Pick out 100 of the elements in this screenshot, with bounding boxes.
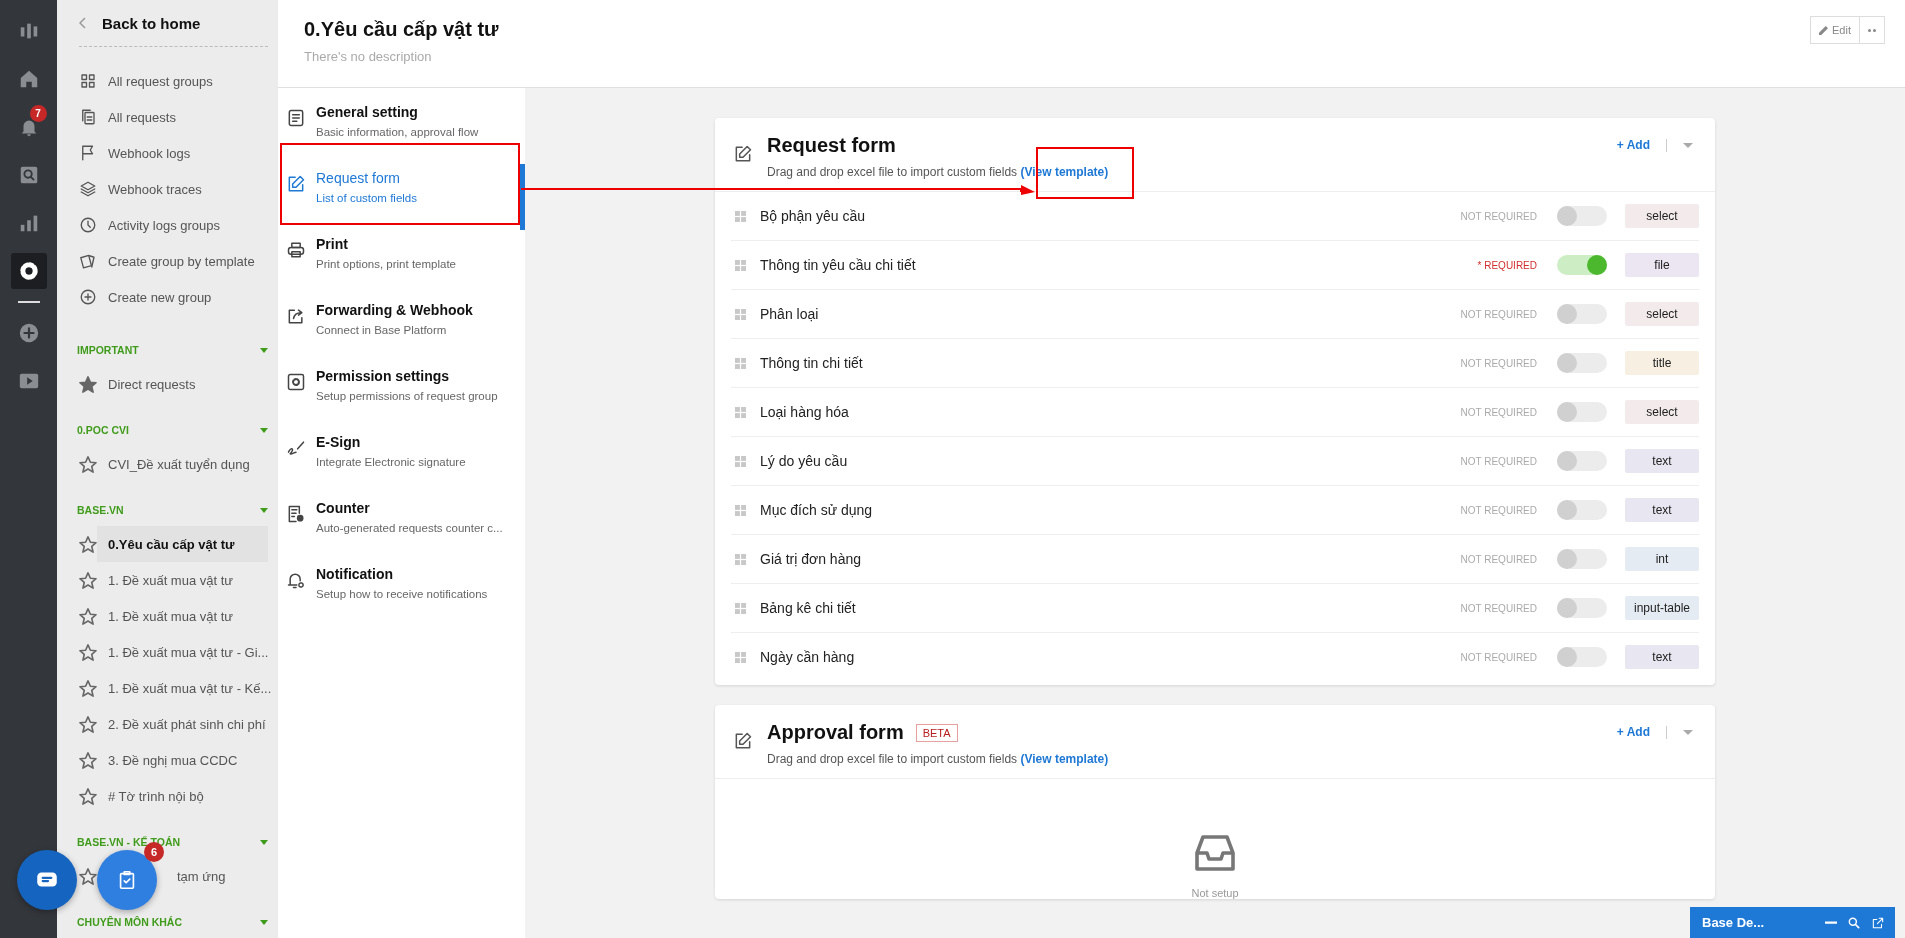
external-link-icon xyxy=(1871,915,1885,930)
sidebar-link[interactable]: Create group by template xyxy=(71,243,268,279)
group-item[interactable]: 1. Đề xuất mua vật tư xyxy=(97,562,268,598)
group-item[interactable]: # Tờ trình nội bộ xyxy=(97,778,268,814)
drag-handle-icon xyxy=(735,210,746,222)
field-type-tag: select xyxy=(1625,204,1699,228)
notification-badge: 7 xyxy=(29,105,47,122)
drag-handle-icon xyxy=(735,406,746,418)
caret-icon[interactable] xyxy=(260,427,268,433)
chevron-left-icon xyxy=(79,17,86,29)
cards-icon xyxy=(79,252,97,270)
drag-handle-icon xyxy=(735,357,746,369)
settings-tab[interactable]: Notification Setup how to receive notifications xyxy=(278,560,525,626)
bell-icon xyxy=(286,570,306,590)
field-type-tag: select xyxy=(1625,302,1699,326)
field-type-tag: text xyxy=(1625,449,1699,473)
settings-tab[interactable]: Forwarding & Webhook Connect in Base Platform xyxy=(278,296,525,362)
share-icon xyxy=(286,306,306,326)
group-item[interactable]: 3. Đề nghị mua CCDC xyxy=(97,742,268,778)
field-name: Phân loại xyxy=(760,306,820,322)
drag-handle-icon xyxy=(735,504,746,516)
group-item[interactable]: Direct requests xyxy=(97,366,268,402)
document-icon xyxy=(286,108,306,128)
field-name: Lý do yêu cầu xyxy=(760,453,849,469)
caret-icon[interactable] xyxy=(260,839,268,845)
printer-icon xyxy=(286,240,306,260)
settings-tab[interactable]: Counter Auto-generated requests counter c... xyxy=(278,494,525,560)
requirement-label: NOT REQUIRED xyxy=(1459,210,1537,222)
required-toggle[interactable] xyxy=(1557,353,1607,373)
inbox-icon xyxy=(1195,835,1235,871)
field-type-tag: int xyxy=(1625,547,1699,571)
caret-icon[interactable] xyxy=(260,919,268,925)
sidebar-link[interactable]: Webhook traces xyxy=(71,171,268,207)
pencil-icon xyxy=(1819,25,1829,35)
requirement-label: NOT REQUIRED xyxy=(1459,357,1537,369)
sidebar-link[interactable]: All requests xyxy=(71,99,268,135)
field-name: Loại hàng hóa xyxy=(760,404,850,420)
requirement-label: NOT REQUIRED xyxy=(1459,308,1537,320)
required-toggle[interactable] xyxy=(1557,647,1607,667)
caret-icon[interactable] xyxy=(1683,729,1693,735)
required-toggle[interactable] xyxy=(1557,500,1607,520)
sidebar-link[interactable]: All request groups xyxy=(71,63,268,99)
edit-icon xyxy=(733,731,753,751)
field-name: Bộ phận yêu cầu xyxy=(760,208,867,224)
card-title: Approval form xyxy=(767,721,904,744)
group-item[interactable]: tạm ứng xyxy=(166,858,226,894)
view-template-link[interactable]: (View template) xyxy=(1020,752,1109,766)
required-toggle[interactable] xyxy=(1557,402,1607,422)
group-item[interactable]: 0.Yêu cầu cấp vật tư xyxy=(97,526,268,562)
drag-handle-icon xyxy=(735,455,746,467)
field-type-tag: select xyxy=(1625,400,1699,424)
caret-icon[interactable] xyxy=(260,507,268,513)
settings-tab[interactable]: Print Print options, print template xyxy=(278,230,525,296)
layers-icon xyxy=(79,180,97,198)
chat-window-bar[interactable]: Base De... xyxy=(1690,907,1895,938)
field-type-tag: text xyxy=(1625,645,1699,669)
sidebar-link[interactable]: Webhook logs xyxy=(71,135,268,171)
add-button[interactable]: + Add xyxy=(1616,725,1650,739)
required-toggle[interactable] xyxy=(1557,549,1607,569)
back-link[interactable]: Back to home xyxy=(79,0,268,47)
signature-icon xyxy=(286,438,306,458)
drag-handle-icon xyxy=(735,259,746,271)
settings-tab[interactable]: E-Sign Integrate Electronic signature xyxy=(278,428,525,494)
edit-icon xyxy=(733,144,753,164)
settings-tab[interactable]: General setting Basic information, approval flow xyxy=(278,98,525,164)
empty-state-text: Not setup xyxy=(1191,887,1239,899)
field-name: Thông tin yêu cầu chi tiết xyxy=(760,257,917,273)
edit-button[interactable]: Edit xyxy=(1810,16,1860,44)
group-item[interactable]: 2. Đề xuất phát sinh chi phí xyxy=(97,706,268,742)
rail-button[interactable] xyxy=(10,253,47,289)
caret-icon[interactable] xyxy=(260,347,268,353)
card-title: Request form xyxy=(767,134,896,157)
group-item[interactable]: 1. Đề xuất mua vật tư xyxy=(97,598,268,634)
more-button[interactable] xyxy=(1860,16,1885,44)
settings-tab[interactable]: Permission settings Setup permissions of request group xyxy=(278,362,525,428)
requirement-label: NOT REQUIRED xyxy=(1459,553,1537,565)
beta-badge: BETA xyxy=(915,723,958,742)
page-title: 0.Yêu cầu cấp vật tư xyxy=(304,18,499,41)
requirement-label: NOT REQUIRED xyxy=(1459,602,1537,614)
drag-handle-icon xyxy=(735,602,746,614)
requirement-label: NOT REQUIRED xyxy=(1459,651,1537,663)
add-icon xyxy=(79,288,97,306)
caret-icon[interactable] xyxy=(1683,142,1693,148)
drag-handle-icon xyxy=(735,553,746,565)
sidebar-link[interactable]: Create new group xyxy=(71,279,268,315)
group-item[interactable]: CVI_Đề xuất tuyển dụng xyxy=(97,446,268,482)
field-type-tag: input-table xyxy=(1625,596,1699,620)
sidebar-link[interactable]: Activity logs groups xyxy=(71,207,268,243)
requirement-label: * REQUIRED xyxy=(1476,259,1537,271)
group-item[interactable]: 1. Đề xuất mua vật tư - Kế... xyxy=(97,670,272,706)
required-toggle[interactable] xyxy=(1557,206,1607,226)
required-toggle[interactable] xyxy=(1557,304,1607,324)
required-toggle[interactable] xyxy=(1557,598,1607,618)
required-toggle[interactable] xyxy=(1557,255,1607,275)
more-icon xyxy=(1868,28,1876,32)
requirement-label: NOT REQUIRED xyxy=(1459,504,1537,516)
required-toggle[interactable] xyxy=(1557,451,1607,471)
documents-icon xyxy=(79,108,97,126)
group-item[interactable]: 1. Đề xuất mua vật tư - Gi... xyxy=(97,634,269,670)
add-button[interactable]: + Add xyxy=(1616,138,1650,152)
